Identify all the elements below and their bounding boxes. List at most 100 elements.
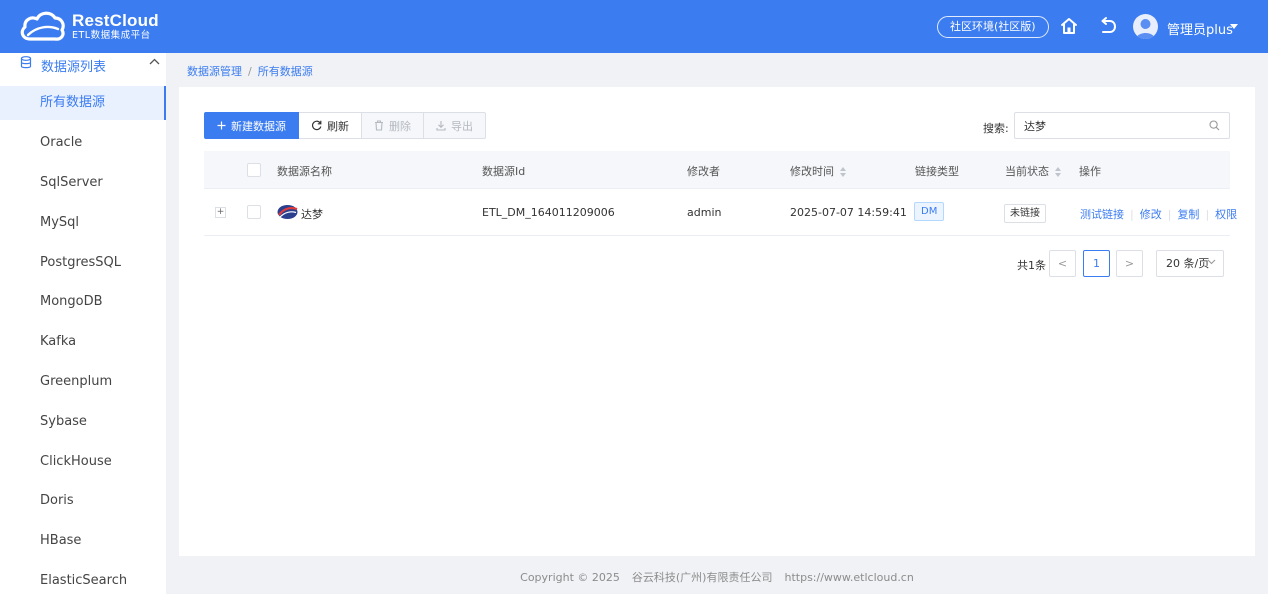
refresh-label: 刷新 — [327, 119, 349, 133]
sidebar-item-oracle[interactable]: Oracle — [0, 126, 166, 160]
col-header-link-type: 链接类型 — [915, 165, 959, 178]
sidebar-item-label: SqlServer — [40, 175, 103, 190]
action-divider: | — [1130, 208, 1134, 221]
sidebar-item-label: ElasticSearch — [40, 573, 128, 588]
sort-icon[interactable] — [1055, 166, 1062, 178]
sidebar-item-mysql[interactable]: MySql — [0, 206, 166, 240]
plus-icon — [217, 121, 226, 130]
sidebar-item-label: Kafka — [40, 334, 77, 349]
export-label: 导出 — [451, 119, 473, 133]
sidebar-item-clickhouse[interactable]: ClickHouse — [0, 445, 166, 479]
refresh-button[interactable]: 刷新 — [299, 112, 362, 139]
next-page-button[interactable]: > — [1116, 250, 1143, 277]
sidebar-item-label: Greenplum — [40, 374, 113, 389]
sidebar-item-sybase[interactable]: Sybase — [0, 405, 166, 439]
pagination-total: 共1条 — [1017, 259, 1046, 272]
col-header-modified-time-label: 修改时间 — [790, 165, 834, 178]
sidebar-item-label: MongoDB — [40, 294, 103, 309]
new-datasource-label: 新建数据源 — [231, 119, 286, 133]
main-panel: 新建数据源 刷新 删除 导出 搜索: 数据 — [179, 87, 1255, 556]
row-actions: 测试链接 | 修改 | 复制 | 权限 — [1080, 206, 1237, 222]
row-checkbox[interactable] — [247, 205, 261, 219]
cell-modified-time: 2025-07-07 14:59:41 — [790, 206, 907, 219]
sidebar-item-label: 所有数据源 — [40, 95, 106, 110]
sidebar-item-label: Sybase — [40, 414, 87, 429]
database-icon — [20, 56, 32, 69]
breadcrumb-separator: / — [248, 65, 252, 78]
sidebar-item-label: Oracle — [40, 135, 83, 150]
sidebar-group-label: 数据源列表 — [41, 60, 107, 75]
footer-company: 谷云科技(广州)有限责任公司 — [631, 571, 773, 584]
table-row: + 达梦 ETL_DM_164011209006 admin 2025-07-0… — [204, 189, 1237, 236]
trash-icon — [374, 120, 384, 131]
prev-page-button[interactable]: < — [1049, 250, 1076, 277]
page-size-value: 20 条/页 — [1166, 257, 1210, 270]
cell-name[interactable]: 达梦 — [301, 206, 323, 222]
select-all-checkbox[interactable] — [247, 163, 261, 177]
dameng-db-icon — [277, 205, 298, 219]
link-type-badge: DM — [914, 202, 945, 221]
footer: Copyright © 2025 谷云科技(广州)有限责任公司 https://ww… — [166, 569, 1268, 585]
col-header-modifier: 修改者 — [687, 165, 720, 178]
sidebar-item-kafka[interactable]: Kafka — [0, 325, 166, 359]
caret-down-icon[interactable] — [1230, 24, 1238, 29]
status-badge: 未链接 — [1004, 204, 1046, 223]
sidebar-item-label: Doris — [40, 493, 74, 508]
breadcrumb-parent[interactable]: 数据源管理 — [187, 65, 242, 78]
search-box[interactable] — [1014, 112, 1230, 139]
new-datasource-button[interactable]: 新建数据源 — [204, 112, 299, 139]
permission-link[interactable]: 权限 — [1215, 208, 1237, 221]
sort-icon[interactable] — [840, 166, 847, 178]
table-header: 数据源名称 数据源Id 修改者 修改时间 链接类型 当前状态 操作 — [204, 151, 1230, 189]
sidebar-item-sqlserver[interactable]: SqlServer — [0, 166, 166, 200]
chevron-down-icon — [1207, 259, 1216, 265]
page-button-1[interactable]: 1 — [1083, 250, 1110, 277]
back-icon[interactable] — [1099, 17, 1117, 35]
footer-copyright: Copyright © 2025 — [520, 571, 620, 584]
user-name[interactable]: 管理员plus — [1167, 19, 1233, 38]
search-icon[interactable] — [1209, 120, 1220, 131]
delete-label: 删除 — [389, 119, 411, 133]
sidebar-item-mongodb[interactable]: MongoDB — [0, 285, 166, 319]
cell-modifier: admin — [687, 206, 722, 219]
sidebar-item-label: ClickHouse — [40, 454, 112, 469]
export-button[interactable]: 导出 — [424, 112, 486, 139]
logo[interactable]: RestCloud ETL数据集成平台 — [18, 9, 159, 43]
col-header-name: 数据源名称 — [277, 165, 332, 178]
home-icon[interactable] — [1060, 17, 1078, 35]
download-icon — [436, 120, 446, 131]
environment-badge[interactable]: 社区环境(社区版) — [937, 16, 1049, 38]
action-divider: | — [1167, 208, 1172, 221]
col-header-id: 数据源Id — [482, 165, 526, 178]
cell-id: ETL_DM_164011209006 — [482, 206, 615, 219]
sidebar-item-hbase[interactable]: HBase — [0, 524, 166, 558]
test-connection-link[interactable]: 测试链接 — [1080, 208, 1124, 221]
breadcrumb: 数据源管理 / 所有数据源 — [187, 63, 313, 79]
col-header-ops: 操作 — [1079, 165, 1101, 178]
col-header-modified-time[interactable]: 修改时间 — [790, 163, 847, 179]
sidebar-item-greenplum[interactable]: Greenplum — [0, 365, 166, 399]
refresh-icon — [311, 120, 322, 131]
sidebar-item-elasticsearch[interactable]: ElasticSearch — [0, 564, 166, 594]
page-size-select[interactable]: 20 条/页 — [1156, 250, 1224, 277]
chevron-up-icon[interactable] — [149, 58, 160, 65]
sidebar-item-all-datasources[interactable]: 所有数据源 — [0, 86, 166, 120]
avatar[interactable] — [1133, 14, 1158, 39]
logo-title: RestCloud — [72, 10, 159, 30]
search-input[interactable] — [1015, 113, 1195, 138]
chevron-left-icon: < — [1057, 257, 1068, 270]
copy-link[interactable]: 复制 — [1177, 208, 1199, 221]
action-divider: | — [1205, 208, 1210, 221]
edit-link[interactable]: 修改 — [1140, 208, 1162, 221]
col-header-status[interactable]: 当前状态 — [1005, 163, 1062, 179]
sidebar-item-doris[interactable]: Doris — [0, 484, 166, 518]
sidebar-group-datasource[interactable]: 数据源列表 — [0, 53, 166, 75]
expand-row-button[interactable]: + — [215, 207, 226, 218]
top-header: RestCloud ETL数据集成平台 社区环境(社区版) 管理员plus — [0, 0, 1268, 53]
footer-url[interactable]: https://www.etlcloud.cn — [784, 571, 913, 584]
sidebar-item-label: HBase — [40, 533, 82, 548]
toolbar: 新建数据源 刷新 删除 导出 — [204, 112, 486, 139]
sidebar-item-postgressql[interactable]: PostgresSQL — [0, 246, 166, 280]
breadcrumb-current: 所有数据源 — [257, 65, 313, 78]
delete-button[interactable]: 删除 — [362, 112, 424, 139]
